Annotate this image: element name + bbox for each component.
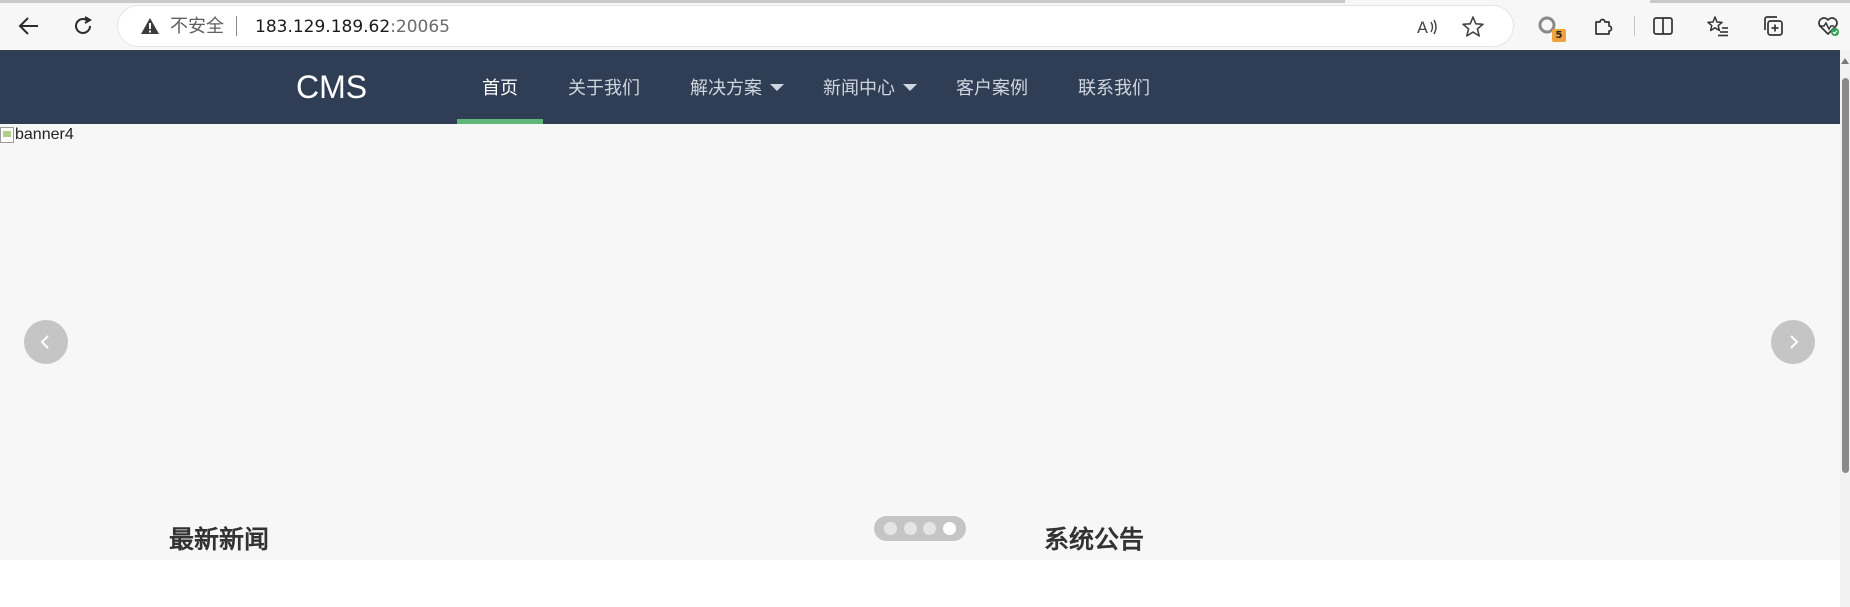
- nav-item-label: 关于我们: [568, 78, 640, 99]
- site-header: CMS 首页 关于我们 解决方案 新闻中心 客户案例 联系我们: [0, 50, 1840, 124]
- carousel-dot-1[interactable]: [884, 522, 898, 535]
- collections-icon: [1764, 16, 1783, 36]
- address-divider: [236, 16, 237, 36]
- back-button[interactable]: [12, 9, 46, 43]
- broken-image-icon: [0, 127, 14, 143]
- nav-item-news[interactable]: 新闻中心: [809, 50, 942, 124]
- news-section-title: 最新新闻: [169, 525, 270, 554]
- browser-toolbar: 不安全 183.129.189.62:20065 A 5: [0, 0, 1850, 50]
- url-host: 183.129.189.62: [255, 17, 391, 37]
- tab-strip-edge-right: [1650, 0, 1850, 3]
- page-viewport: CMS 首页 关于我们 解决方案 新闻中心 客户案例 联系我们 banner4 …: [0, 50, 1840, 607]
- banner-image-alt: banner4: [15, 126, 74, 143]
- nav-item-home[interactable]: 首页: [457, 50, 543, 124]
- url-port: :20065: [390, 17, 450, 37]
- tab-strip-edge: [0, 0, 1345, 3]
- address-bar[interactable]: 不安全 183.129.189.62:20065 A: [118, 6, 1513, 46]
- refresh-button[interactable]: [66, 9, 100, 43]
- nav-item-solutions[interactable]: 解决方案: [665, 50, 809, 124]
- carousel-dot-4[interactable]: [942, 522, 956, 535]
- read-aloud-icon[interactable]: A: [1414, 14, 1440, 40]
- browser-essentials-icon: [1818, 17, 1839, 36]
- caret-down-icon: [903, 83, 917, 91]
- nav-item-label: 解决方案: [690, 78, 762, 99]
- collections-button[interactable]: [1756, 9, 1790, 43]
- extension-badge: 5: [1552, 29, 1566, 42]
- back-arrow-icon: [18, 17, 38, 35]
- scrollbar-thumb[interactable]: [1842, 78, 1849, 473]
- split-screen-icon: [1653, 17, 1673, 35]
- star-icon[interactable]: [1460, 14, 1486, 40]
- nav-item-cases[interactable]: 客户案例: [942, 50, 1053, 124]
- favorites-list-icon: [1707, 16, 1728, 37]
- split-screen-button[interactable]: [1646, 9, 1680, 43]
- page-scrollbar[interactable]: [1840, 50, 1850, 607]
- nav-item-about[interactable]: 关于我们: [543, 50, 665, 124]
- security-label[interactable]: 不安全: [170, 17, 224, 37]
- carousel-indicators: [874, 516, 966, 541]
- nav-item-label: 首页: [482, 78, 518, 99]
- site-logo[interactable]: CMS: [296, 69, 367, 105]
- main-nav: 首页 关于我们 解决方案 新闻中心 客户案例 联系我们: [457, 50, 1175, 124]
- refresh-icon: [75, 16, 92, 34]
- carousel-next-button[interactable]: [1771, 320, 1815, 364]
- banner-image[interactable]: banner4: [0, 125, 74, 145]
- caret-down-icon: [770, 83, 784, 91]
- chevron-right-icon: [1790, 335, 1799, 349]
- toolbar-divider: [1634, 16, 1635, 36]
- nav-item-contact[interactable]: 联系我们: [1053, 50, 1175, 124]
- carousel-dot-3[interactable]: [923, 522, 937, 535]
- extensions-button[interactable]: [1586, 9, 1620, 43]
- banner-carousel: banner4: [0, 124, 1840, 560]
- carousel-prev-button[interactable]: [24, 320, 68, 364]
- warning-triangle-icon: [141, 18, 159, 34]
- nav-item-label: 联系我们: [1078, 78, 1150, 99]
- favorites-button[interactable]: [1701, 9, 1735, 43]
- puzzle-icon: [1595, 18, 1613, 35]
- svg-text:A: A: [1417, 18, 1428, 37]
- nav-item-label: 客户案例: [956, 78, 1028, 99]
- url-text[interactable]: 183.129.189.62:20065: [255, 17, 450, 37]
- carousel-dot-2[interactable]: [903, 522, 917, 535]
- notice-section-title: 系统公告: [1044, 525, 1145, 554]
- scroll-up-icon[interactable]: [1841, 58, 1849, 64]
- browser-essentials-button[interactable]: [1811, 9, 1845, 43]
- chevron-left-icon: [40, 335, 49, 349]
- nav-item-label: 新闻中心: [823, 78, 895, 99]
